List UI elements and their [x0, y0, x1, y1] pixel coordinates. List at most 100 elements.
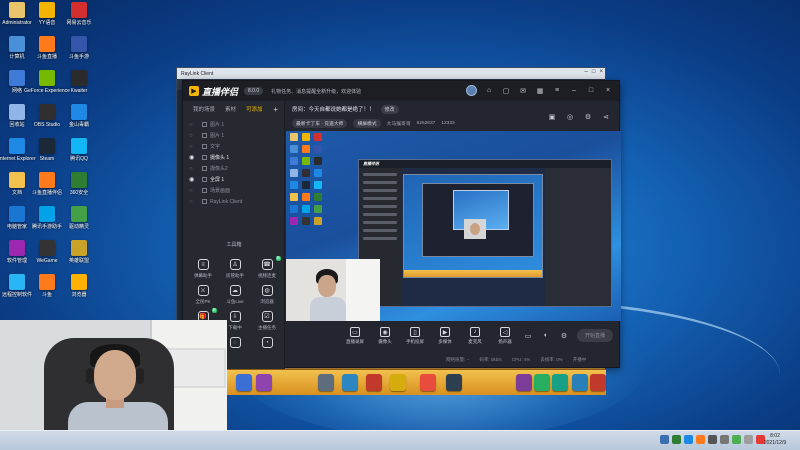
grid-icon[interactable]: ▦ [535, 86, 545, 96]
desktop-icon[interactable]: 远程控制软件 [0, 274, 34, 298]
desktop-icon[interactable]: 金山毒霸 [62, 104, 96, 128]
visibility-eye-icon[interactable]: ○ [189, 133, 196, 139]
scene-label: 全屏 1 [210, 177, 225, 183]
screenshot-icon[interactable]: ◎ [565, 112, 575, 122]
tray-qq-icon[interactable] [684, 435, 693, 444]
scene-item[interactable]: ○ 场景画面 [183, 185, 284, 196]
mode-select[interactable]: 横屏模式 [353, 118, 381, 128]
tab-materials[interactable]: 素材 [225, 105, 236, 113]
desktop-icon[interactable]: OBS Studio [30, 104, 64, 128]
menu-icon[interactable]: ≡ [552, 86, 562, 96]
tray-nvidia-icon[interactable] [732, 435, 741, 444]
minimize-icon[interactable]: – [585, 69, 588, 75]
source-control-button[interactable]: ◁ 扬声器 [494, 327, 516, 345]
desktop-icon[interactable]: GeForce Experience [24, 70, 70, 94]
source-control-button[interactable]: ▶ 多媒体 [434, 327, 456, 345]
desktop-icon[interactable]: Kwaiter [62, 70, 96, 94]
desktop-icon[interactable]: 英雄联盟 [62, 240, 96, 264]
source-control-button[interactable]: ▯ 手机投屏 [404, 327, 426, 345]
tool-button[interactable]: ◔ [251, 337, 283, 357]
desktop-icon[interactable]: 浏览器 [62, 274, 96, 298]
desktop-icon[interactable]: 电脑管家 [0, 206, 34, 230]
version-pill[interactable]: 8.0.0 [244, 87, 264, 95]
add-scene-button[interactable]: + [273, 105, 278, 114]
live-companion-window[interactable]: ▶ 直播伴侣 8.0.0 礼物任务、消息提醒全新升级，欢迎体验 ⌂ ▢ ✉ ▦ … [182, 80, 621, 369]
settings-icon[interactable]: ⚙ [583, 112, 593, 122]
visibility-eye-icon[interactable]: ○ [189, 122, 196, 128]
scene-item[interactable]: ○ 文字 [183, 141, 284, 152]
desktop-icon[interactable]: 斗鱼手游 [62, 36, 96, 60]
maximize-icon[interactable]: □ [586, 86, 596, 96]
tab-my-scenes[interactable]: 我的场景 [193, 105, 215, 113]
desktop-icon[interactable]: Internet Explorer [0, 138, 35, 162]
source-control-button[interactable]: ♪ 麦克风 [464, 327, 486, 345]
visibility-eye-icon[interactable]: ○ [189, 188, 196, 194]
desktop-icon[interactable]: 驱动精灵 [62, 206, 96, 230]
tray-input-icon[interactable] [744, 435, 753, 444]
tool-button[interactable]: ☁ 斗鱼Live [219, 285, 251, 305]
start-live-button[interactable]: 开始直播 [577, 329, 613, 342]
shirt-icon[interactable]: ⌂ [484, 86, 494, 96]
scene-item[interactable]: ○ 摄像头2 [183, 163, 284, 174]
desktop-icon[interactable]: 网易云音乐 [62, 2, 96, 26]
raylink-titlebar[interactable]: RayLink Client – □ × [177, 68, 605, 79]
tool-button[interactable]: ☎ 视频连麦 新 [251, 256, 283, 279]
settings-icon[interactable]: ⚙ [559, 331, 569, 341]
modify-title-button[interactable]: 修改 [380, 104, 399, 114]
visibility-eye-icon[interactable]: ◉ [189, 176, 196, 183]
scene-item[interactable]: ○ 图片 1 [183, 130, 284, 141]
visibility-eye-icon[interactable]: ○ [189, 199, 196, 205]
visibility-eye-icon[interactable]: ◉ [189, 154, 196, 161]
tray-volume-icon[interactable] [720, 435, 729, 444]
desktop-icon[interactable]: 计算机 [0, 36, 34, 60]
tool-button[interactable]: ⚔ 全民PK [187, 285, 219, 305]
source-control-button[interactable]: ◉ 摄像头 [374, 327, 396, 345]
desktop-icon-label: 斗鱼直播 [36, 54, 57, 60]
desktop-icon[interactable]: Administrator [0, 2, 34, 26]
message-icon[interactable]: ▢ [501, 86, 511, 96]
tool-button[interactable]: ♙ 房管助手 [219, 259, 251, 279]
desktop-icon[interactable]: Steam [30, 138, 64, 162]
close-icon[interactable]: × [603, 86, 613, 96]
tray-douyu-icon[interactable] [696, 435, 705, 444]
desktop-icon[interactable]: 斗鱼直播伴侣 [30, 172, 64, 196]
tray-network-icon[interactable] [708, 435, 717, 444]
desktop-icon[interactable]: WeGame [30, 240, 64, 264]
desktop-icon[interactable]: 360安全 [62, 172, 96, 196]
visibility-eye-icon[interactable]: ○ [189, 144, 196, 150]
record-icon[interactable]: ▭ [523, 331, 533, 341]
tool-button[interactable]: ☑ 主播任务 [251, 311, 283, 331]
visibility-eye-icon[interactable]: ○ [189, 166, 196, 172]
desktop-icon[interactable]: YY语音 [30, 2, 64, 26]
category-chip[interactable]: 最新卡丁车 · 竞速大师 [292, 118, 348, 128]
desktop-icon[interactable]: 文档 [0, 172, 34, 196]
close-icon[interactable]: × [599, 69, 603, 75]
header-notice[interactable]: 礼物任务、消息提醒全新升级，欢迎体验 [271, 88, 361, 95]
maximize-icon[interactable]: □ [592, 69, 596, 75]
scene-item[interactable]: ◉ 摄像头 1 [183, 152, 284, 163]
desktop-icon[interactable]: 斗鱼 [30, 274, 64, 298]
desktop-icon[interactable]: 斗鱼直播 [30, 36, 64, 60]
scene-item[interactable]: ○ 图片 1 [183, 119, 284, 130]
desktop-icon[interactable]: 回收站 [0, 104, 34, 128]
tab-addable[interactable]: 可添加 [246, 105, 263, 113]
scene-item[interactable]: ○ RayLink Client [183, 196, 284, 207]
scene-item[interactable]: ◉ 全屏 1 [183, 174, 284, 185]
live-preview[interactable]: 直播伴侣 [286, 131, 621, 321]
source-control-button[interactable]: ▭ 直播录屏 [344, 327, 366, 345]
tool-button[interactable]: ◍ 浏览器 [251, 285, 283, 305]
share-icon[interactable]: ⋖ [601, 112, 611, 122]
tool-icon: ☑ [261, 311, 273, 322]
taskbar-clock[interactable]: 8:02 2021/12/9 [756, 433, 794, 447]
desktop-icon[interactable]: 腾讯QQ [62, 138, 96, 162]
avatar[interactable] [466, 85, 477, 96]
desktop-icon[interactable]: 软件管理 [0, 240, 34, 264]
mail-icon[interactable]: ✉ [518, 86, 528, 96]
tool-button[interactable]: ≡ 弹幕助手 [187, 259, 219, 279]
tray-arrow-icon[interactable] [660, 435, 669, 444]
beauty-icon[interactable]: ◐ [541, 331, 551, 341]
desktop-icon[interactable]: 腾讯手游助手 [30, 206, 64, 230]
layout-icon[interactable]: ▣ [547, 112, 557, 122]
minimize-icon[interactable]: – [569, 86, 579, 96]
tray-security-icon[interactable] [672, 435, 681, 444]
